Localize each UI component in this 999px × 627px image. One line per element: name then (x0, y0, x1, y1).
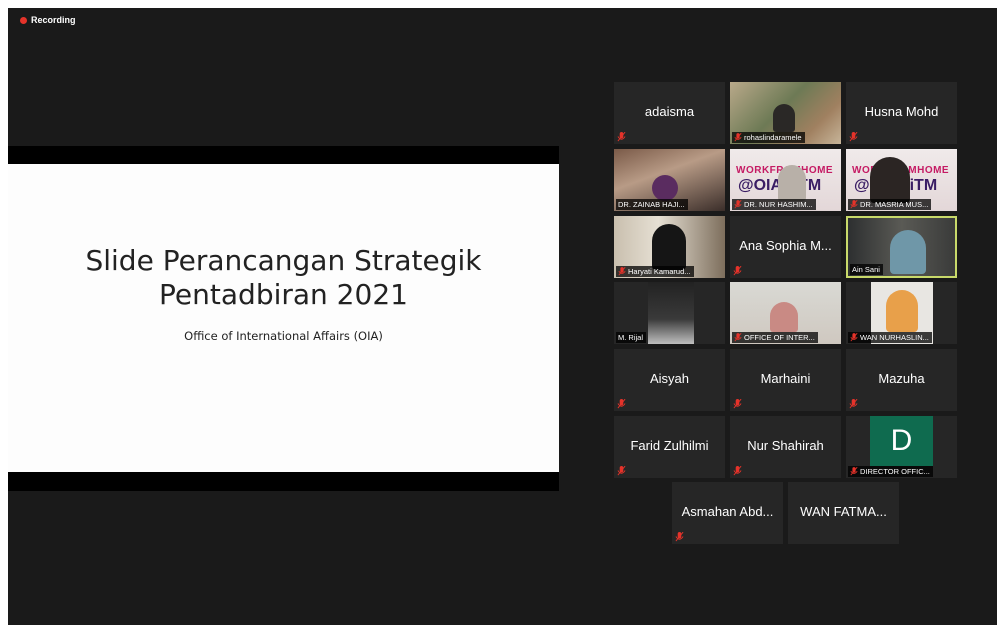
participant-name: Ain Sani (852, 265, 880, 274)
participant-tile-ain-sani[interactable]: Ain Sani (846, 216, 957, 278)
mic-muted-icon (849, 399, 858, 409)
participant-name-label: DR. ZAINAB HAJI... (616, 199, 688, 210)
mic-muted-icon (733, 399, 742, 409)
recording-indicator[interactable]: Recording (20, 15, 76, 25)
mic-muted-icon (675, 532, 684, 542)
participant-video-person (890, 230, 926, 274)
participant-name: Asmahan Abd... (681, 504, 774, 519)
mic-muted-icon (617, 466, 626, 476)
participant-name: DIRECTOR OFFIC... (860, 467, 930, 476)
participant-name: Aisyah (649, 371, 690, 386)
participant-name: WAN NURHASLIN... (860, 333, 929, 342)
participant-tile-wan-fatma[interactable]: WAN FATMA... (788, 482, 899, 544)
avatar: D (870, 416, 933, 466)
participant-video-person (652, 224, 686, 270)
participant-name: adaisma (644, 104, 695, 119)
slide-title-line1: Slide Perancangan Strategik (85, 244, 482, 277)
participant-video-person (778, 165, 806, 201)
participant-tile-office-inter[interactable]: OFFICE OF INTER... (730, 282, 841, 344)
participant-name: Husna Mohd (864, 104, 939, 119)
participant-tile-wan-nurhaslin[interactable]: WAN NURHASLIN... (846, 282, 957, 344)
participant-tile-adaisma[interactable]: adaisma (614, 82, 725, 144)
participant-name: rohaslindaramele (744, 133, 802, 142)
participant-tile-m-rijal[interactable]: M. Rijal (614, 282, 725, 344)
slide-title-line2: Pentadbiran 2021 (159, 278, 408, 311)
participant-tile-rohaslinda[interactable]: rohaslindaramele (730, 82, 841, 144)
participant-name-label: DR. MASRIA MUS... (848, 199, 932, 210)
mic-muted-icon (617, 132, 626, 142)
participant-name-label: OFFICE OF INTER... (732, 332, 818, 343)
participant-video (648, 282, 694, 344)
participant-name: Farid Zulhilmi (630, 438, 709, 453)
participant-tile-marhaini[interactable]: Marhaini (730, 349, 841, 411)
mic-muted-icon (849, 132, 858, 142)
participant-name: DR. MASRIA MUS... (860, 200, 929, 209)
mic-muted-icon (617, 399, 626, 409)
participant-tile-aisyah[interactable]: Aisyah (614, 349, 725, 411)
participant-tile-farid[interactable]: Farid Zulhilmi (614, 416, 725, 478)
mic-muted-icon (733, 466, 742, 476)
participant-name: M. Rijal (618, 333, 644, 342)
participant-video-person (886, 290, 918, 332)
participant-name-label: DR. NUR HASHIM... (732, 199, 816, 210)
participant-tile-husna[interactable]: Husna Mohd (846, 82, 957, 144)
slide-subtitle: Office of International Affairs (OIA) (184, 329, 383, 343)
participant-video-person (870, 157, 910, 203)
participant-tile-director[interactable]: D DIRECTOR OFFIC... (846, 416, 957, 478)
participant-tile-asmahan[interactable]: Asmahan Abd... (672, 482, 783, 544)
participant-name: DR. ZAINAB HAJI... (618, 200, 685, 209)
participant-name-label: rohaslindaramele (732, 132, 805, 143)
participant-name: Marhaini (760, 371, 811, 386)
participant-tile-ana-sophia[interactable]: Ana Sophia M... (730, 216, 841, 278)
presentation-slide: Slide Perancangan Strategik Pentadbiran … (8, 164, 559, 472)
participant-tile-nur-hashim[interactable]: WORKFROMHOME @OIAUiTM DR. NUR HASHIM... (730, 149, 841, 211)
participant-name: DR. NUR HASHIM... (744, 200, 813, 209)
participant-name: OFFICE OF INTER... (744, 333, 815, 342)
participant-tile-zainab[interactable]: DR. ZAINAB HAJI... (614, 149, 725, 211)
participant-tile-nur-shahirah[interactable]: Nur Shahirah (730, 416, 841, 478)
participant-tile-mazuha[interactable]: Mazuha (846, 349, 957, 411)
participant-name: Haryati Kamarud... (628, 267, 691, 276)
participant-video-person (773, 104, 795, 132)
mic-muted-icon (850, 333, 858, 342)
participant-name-label: WAN NURHASLIN... (848, 332, 932, 343)
mic-muted-icon (734, 133, 742, 142)
mic-muted-icon (734, 200, 742, 209)
recording-label: Recording (31, 15, 76, 25)
participant-name: WAN FATMA... (800, 504, 887, 519)
mic-muted-icon (850, 200, 858, 209)
participant-video-person (770, 302, 798, 332)
shared-screen: Slide Perancangan Strategik Pentadbiran … (8, 146, 559, 491)
participant-name-label: Ain Sani (850, 264, 883, 275)
participant-video-person (652, 175, 678, 201)
mic-muted-icon (850, 467, 858, 476)
participant-name: Mazuha (878, 371, 925, 386)
mic-muted-icon (734, 333, 742, 342)
participant-name-label: M. Rijal (616, 332, 647, 343)
participant-tile-haryati[interactable]: Haryati Kamarud... (614, 216, 725, 278)
mic-muted-icon (618, 267, 626, 276)
meeting-window: Recording Slide Perancangan Strategik Pe… (8, 8, 997, 625)
slide-title: Slide Perancangan Strategik Pentadbiran … (8, 244, 559, 312)
recording-dot-icon (20, 16, 27, 24)
participant-name: Ana Sophia M... (739, 238, 832, 253)
participant-name-label: DIRECTOR OFFIC... (848, 466, 933, 477)
participant-name-label: Haryati Kamarud... (616, 266, 694, 277)
participant-tile-masria[interactable]: WORKFROMHOME @OIAUiTM DR. MASRIA MUS... (846, 149, 957, 211)
participant-name: Nur Shahirah (747, 438, 824, 453)
mic-muted-icon (733, 266, 742, 276)
